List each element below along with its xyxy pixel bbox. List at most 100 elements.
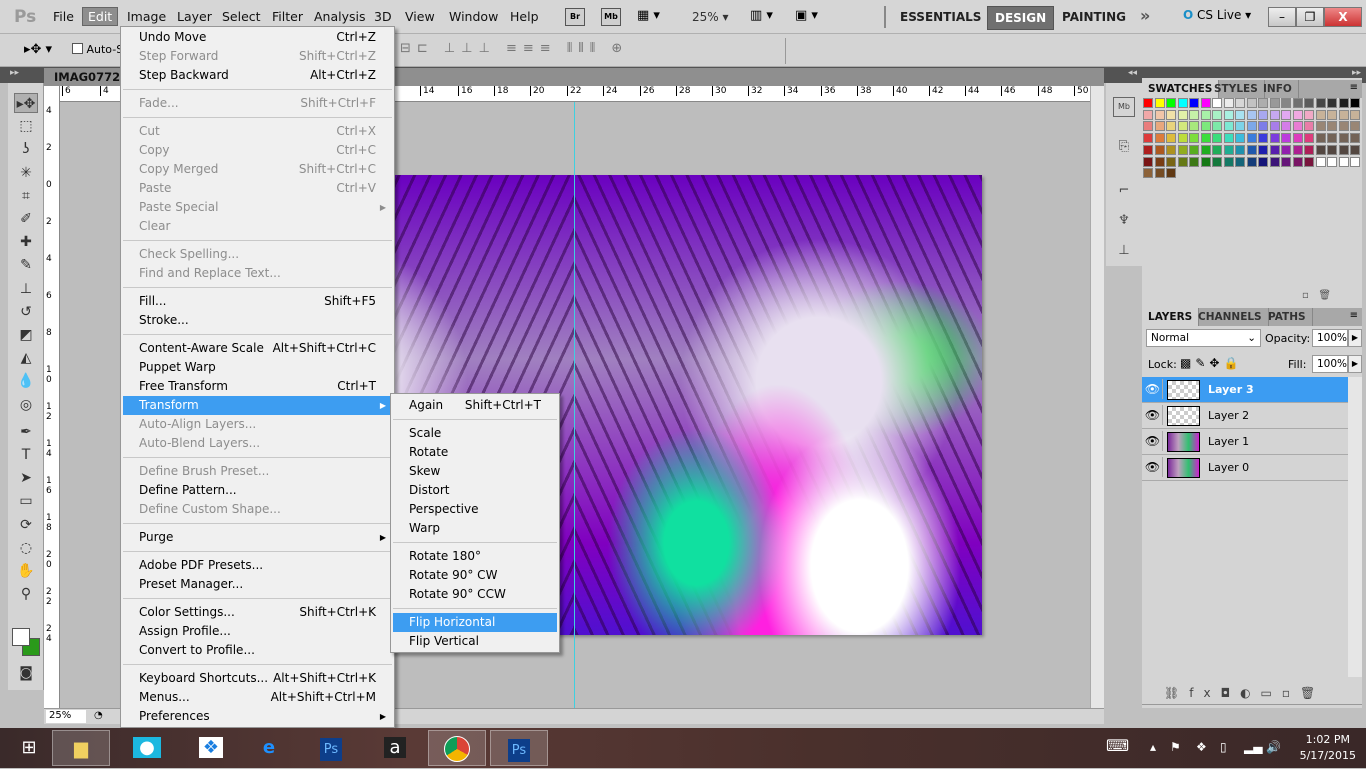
swatch[interactable]: [1350, 121, 1360, 132]
swatch[interactable]: [1281, 133, 1291, 144]
menu-item-stroke[interactable]: Stroke...: [123, 311, 392, 330]
menu-item-menus[interactable]: Menus... Alt+Shift+Ctrl+M: [123, 688, 392, 707]
menu-window[interactable]: Window: [444, 8, 503, 25]
internet-explorer-icon[interactable]: e: [240, 730, 298, 766]
swatch[interactable]: [1292, 109, 1303, 120]
swatch[interactable]: [1338, 109, 1349, 120]
history-brush-tool-icon[interactable]: ↺: [14, 302, 38, 322]
swatch[interactable]: [1223, 109, 1234, 120]
swatch[interactable]: [1189, 98, 1199, 108]
menu-select[interactable]: Select: [217, 8, 266, 25]
swatch[interactable]: [1338, 121, 1349, 132]
menu-edit[interactable]: Edit: [82, 7, 119, 26]
swatch[interactable]: [1304, 144, 1314, 155]
swatch[interactable]: [1223, 121, 1234, 132]
swatch[interactable]: [1246, 109, 1257, 120]
swatch[interactable]: [1143, 121, 1153, 132]
amazon-icon[interactable]: a: [366, 730, 424, 766]
swatch[interactable]: [1223, 133, 1234, 144]
app-o-icon[interactable]: ●: [118, 730, 176, 766]
fill-slider-button[interactable]: ▶: [1348, 355, 1362, 373]
swatch[interactable]: [1177, 121, 1188, 132]
layers-scrollbar[interactable]: [1348, 377, 1362, 677]
file-explorer-icon[interactable]: ▆: [52, 730, 110, 766]
lasso-tool-icon[interactable]: ʖ: [14, 139, 38, 159]
history-icon[interactable]: ⎘: [1113, 139, 1135, 159]
new-layer-icon[interactable]: ▫: [1282, 686, 1300, 700]
clone-source-icon[interactable]: ♆: [1113, 213, 1135, 233]
swatch[interactable]: [1315, 109, 1326, 120]
pen-tool-icon[interactable]: ✒: [14, 422, 38, 442]
quick-select-tool-icon[interactable]: ✳: [14, 163, 38, 183]
swatch[interactable]: [1200, 133, 1211, 144]
swatch[interactable]: [1258, 121, 1268, 132]
swatch[interactable]: [1258, 109, 1268, 120]
menu-help[interactable]: Help: [505, 8, 544, 25]
swatch[interactable]: [1166, 98, 1176, 108]
minimize-button[interactable]: –: [1268, 7, 1296, 27]
swatch[interactable]: [1235, 144, 1245, 155]
cs-live-button[interactable]: O CS Live ▾: [1183, 8, 1251, 22]
blur-tool-icon[interactable]: 💧: [14, 371, 38, 391]
swatch[interactable]: [1200, 121, 1211, 132]
menu-item-distort[interactable]: Distort: [393, 481, 557, 500]
battery-icon[interactable]: ▯: [1220, 740, 1227, 754]
swatch[interactable]: [1177, 133, 1188, 144]
extras-icon[interactable]: ▦ ▾: [637, 8, 660, 23]
swatch[interactable]: [1154, 156, 1165, 167]
chrome-icon[interactable]: [428, 730, 486, 766]
swatch[interactable]: [1212, 98, 1222, 108]
swatch[interactable]: [1246, 144, 1257, 155]
menu-item-again[interactable]: Again Shift+Ctrl+T: [393, 396, 557, 415]
swatch[interactable]: [1154, 168, 1165, 179]
menu-item-flip-horizontal[interactable]: Flip Horizontal: [393, 613, 557, 632]
menu-item-flip-vertical[interactable]: Flip Vertical: [393, 632, 557, 651]
tab-info[interactable]: INFO: [1257, 80, 1299, 98]
network-icon[interactable]: ▂▄: [1244, 740, 1262, 754]
more-workspaces-icon[interactable]: »: [1140, 6, 1150, 25]
swatch[interactable]: [1315, 121, 1326, 132]
menu-item-fill[interactable]: Fill... Shift+F5: [123, 292, 392, 311]
swatch[interactable]: [1143, 144, 1153, 155]
dodge-tool-icon[interactable]: ◎: [14, 395, 38, 415]
menu-item-transform[interactable]: Transform ▶: [123, 396, 392, 415]
menu-item-rotate-90-cw[interactable]: Rotate 90° CW: [393, 566, 557, 585]
visibility-eye-icon[interactable]: 👁: [1143, 379, 1163, 399]
swatch[interactable]: [1292, 133, 1303, 144]
swatch[interactable]: [1166, 121, 1176, 132]
layer-row[interactable]: 👁 Layer 0: [1142, 455, 1348, 481]
visibility-eye-icon[interactable]: 👁: [1143, 457, 1163, 477]
swatch[interactable]: [1200, 144, 1211, 155]
menu-item-skew[interactable]: Skew: [393, 462, 557, 481]
expand-panels-icon[interactable]: ▸▸: [1352, 68, 1361, 78]
menu-item-rotate-180[interactable]: Rotate 180°: [393, 547, 557, 566]
swatch[interactable]: [1166, 133, 1176, 144]
layer-row[interactable]: 👁 Layer 3: [1142, 377, 1348, 403]
swatch[interactable]: [1189, 144, 1199, 155]
swatch[interactable]: [1223, 156, 1234, 167]
status-info-icon[interactable]: ◔: [94, 710, 103, 721]
align-distribute-icons[interactable]: ⊟⊏ ⊥⊥⊥ ≡≡≡ ⫴⫴⫴ ⊕: [400, 41, 628, 56]
menu-item-rotate[interactable]: Rotate: [393, 443, 557, 462]
swatch[interactable]: [1177, 109, 1188, 120]
volume-icon[interactable]: 🔊: [1266, 740, 1281, 754]
swatch[interactable]: [1338, 98, 1349, 108]
workspace-painting[interactable]: PAINTING: [1062, 10, 1126, 24]
swatch[interactable]: [1258, 98, 1268, 108]
zoom-tool-icon[interactable]: ⚲: [14, 584, 38, 604]
healing-tool-icon[interactable]: ✚: [14, 232, 38, 252]
swatch[interactable]: [1166, 109, 1176, 120]
swatch[interactable]: [1338, 156, 1349, 167]
menu-item-step-backward[interactable]: Step Backward Alt+Ctrl+Z: [123, 66, 392, 85]
swatch[interactable]: [1327, 156, 1337, 167]
layer-row[interactable]: 👁 Layer 1: [1142, 429, 1348, 455]
menu-item-define-pattern[interactable]: Define Pattern...: [123, 481, 392, 500]
screen-mode-icon[interactable]: ▣ ▾: [795, 8, 818, 23]
visibility-eye-icon[interactable]: 👁: [1143, 431, 1163, 451]
tab-layers[interactable]: LAYERS: [1142, 308, 1200, 326]
swatch[interactable]: [1235, 109, 1245, 120]
menu-item-color-settings[interactable]: Color Settings... Shift+Ctrl+K: [123, 603, 392, 622]
swatch[interactable]: [1327, 133, 1337, 144]
paint-bucket-tool-icon[interactable]: ◭: [14, 348, 38, 368]
swatch[interactable]: [1154, 144, 1165, 155]
